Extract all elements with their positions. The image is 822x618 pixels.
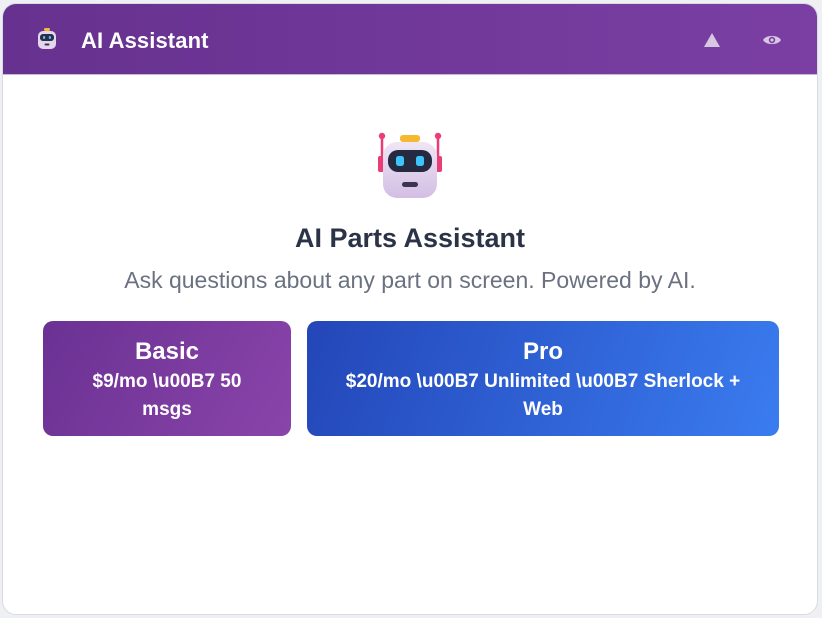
plan-description: $9/mo \u00B7 50 msgs <box>92 371 242 420</box>
panel-title: AI Assistant <box>81 28 209 53</box>
view-toggle-button[interactable] <box>758 26 786 54</box>
panel-header: AI Assistant <box>3 4 817 75</box>
assistant-subtitle: Ask questions about any part on screen. … <box>124 267 696 293</box>
robot-icon <box>378 132 442 198</box>
ai-assistant-panel: AI Assistant AI Parts Assistant Ask ques… <box>2 3 818 615</box>
plan-name: Basic <box>134 338 200 365</box>
eye-icon <box>763 35 781 45</box>
pro-plan-button[interactable]: Pro $20/mo \u00B7 Unlimited \u00B7 Sherl… <box>307 321 779 436</box>
assistant-title: AI Parts Assistant <box>294 223 526 253</box>
basic-plan-button[interactable]: Basic $9/mo \u00B7 50 msgs <box>43 321 291 436</box>
collapse-button[interactable] <box>698 26 726 54</box>
plan-name: Pro <box>522 338 563 365</box>
robot-icon <box>38 28 56 49</box>
triangle-up-icon <box>704 33 720 47</box>
plan-description: $20/mo \u00B7 Unlimited \u00B7 Sherlock … <box>345 371 741 420</box>
